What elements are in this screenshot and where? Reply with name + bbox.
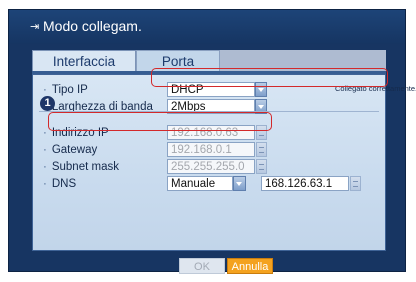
dns-mode-dropdown-arrow-icon[interactable] (233, 176, 246, 191)
dns-mode-select[interactable]: Manuale (167, 176, 233, 191)
subnet-spinner-icon[interactable] (256, 159, 267, 174)
subnet-label: Subnet mask (43, 159, 119, 175)
gateway-row: Gateway 192.168.0.1 (43, 142, 383, 158)
dns-server-field[interactable]: 168.126.63.1 (261, 176, 349, 191)
gateway-spinner-icon[interactable] (256, 142, 267, 157)
connection-mode-dialog: ⇥ Modo collegam. Interfaccia Porta Tipo … (8, 9, 416, 274)
gateway-label: Gateway (43, 142, 97, 158)
ip-type-highlight-box (151, 68, 388, 87)
dialog-title-bar: ⇥ Modo collegam. (9, 10, 405, 44)
interface-settings-panel: Tipo IP DHCP Collegato correttamente. La… (32, 74, 416, 251)
dialog-title: Modo collegam. (43, 18, 142, 34)
dns-label: DNS (43, 176, 76, 192)
dns-server-spinner-icon[interactable] (350, 176, 361, 191)
tab-interface[interactable]: Interfaccia (32, 50, 136, 72)
cancel-button[interactable]: Annulla (227, 258, 273, 274)
subnet-field[interactable]: 255.255.255.0 (167, 159, 255, 174)
connection-icon: ⇥ (30, 21, 40, 33)
step-marker: 1 (40, 96, 55, 111)
dns-row: DNS Manuale 168.126.63.1 (43, 176, 383, 192)
ok-button[interactable]: OK (179, 258, 225, 274)
ip-address-highlight-box (48, 112, 272, 131)
subnet-row: Subnet mask 255.255.255.0 (43, 159, 383, 175)
gateway-field[interactable]: 192.168.0.1 (167, 142, 255, 157)
